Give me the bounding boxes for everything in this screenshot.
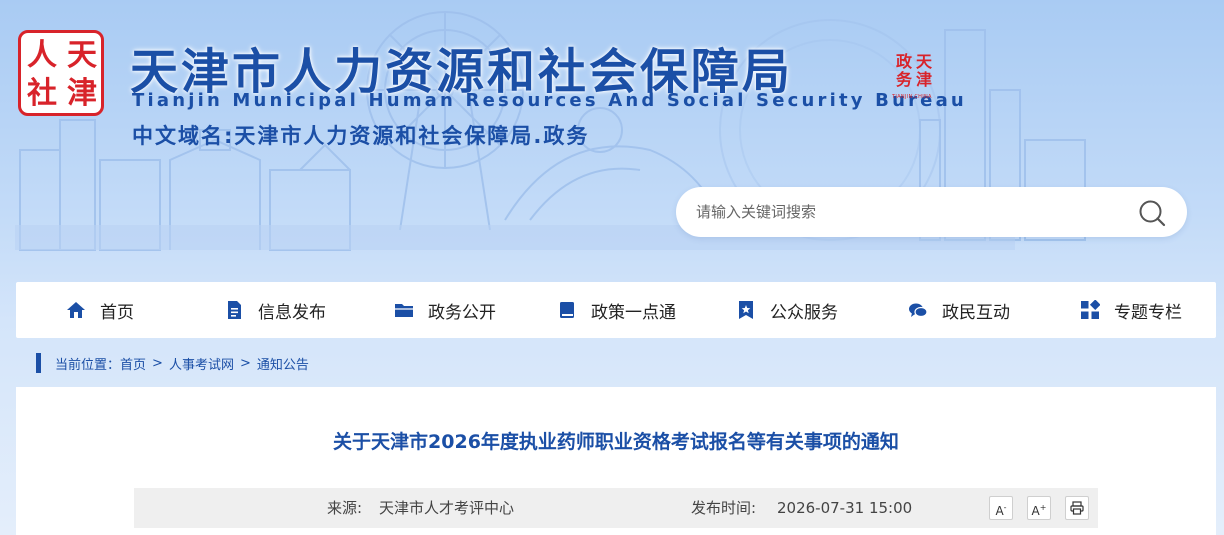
publish-time-label: 发布时间: [691,499,757,517]
breadcrumb-separator: > [152,355,163,371]
folder-icon [395,304,413,317]
main-navigation: 首页 信息发布 政务公开 政策一点通 公众服务 政民互动 专题专栏 [16,282,1216,338]
home-icon [67,302,85,318]
font-increase-label: A [1031,504,1040,518]
nav-item-interaction[interactable]: 政民互动 [908,282,1010,338]
nav-item-label: 政民互动 [942,302,1010,323]
source-value: 天津市人才考评中心 [379,499,515,517]
nav-item-label: 政务公开 [428,302,496,323]
nav-item-info-release[interactable]: 信息发布 [224,282,326,338]
article-meta-bar: 来源: 天津市人才考评中心 发布时间: 2026-07-31 15:00 A- … [134,488,1098,528]
document-icon [228,301,241,319]
font-increase-sign: + [1039,503,1047,512]
search-icon[interactable] [1138,199,1166,227]
nav-item-label: 首页 [100,302,134,323]
logo-char: 人 [27,38,57,73]
badge-subtitle: TIANJIN.CHINA [892,94,932,100]
article-title: 关于天津市2026年度执业药师职业资格考试报名等有关事项的通知 [333,431,899,453]
nav-item-public-service[interactable]: 公众服务 [736,282,838,338]
badge-char: 政 [896,52,913,71]
print-button[interactable] [1065,496,1089,520]
gov-affairs-badge[interactable]: 政 天 务 津 TIANJIN.CHINA [892,50,946,101]
chat-icon [909,303,928,318]
font-decrease-sign: - [1003,503,1007,512]
printer-icon [1070,501,1084,515]
bureau-logo-seal[interactable]: 人 天 社 津 [18,30,104,116]
breadcrumb-link-home[interactable]: 首页 [120,354,146,373]
font-decrease-button[interactable]: A- [989,496,1013,520]
nav-item-gov-disclosure[interactable]: 政务公开 [394,282,496,338]
breadcrumb-prefix: 当前位置： [55,357,121,373]
logo-char: 社 [27,76,57,111]
publish-time-value: 2026-07-31 15:00 [777,499,913,517]
search-box [676,187,1187,237]
nav-item-label: 信息发布 [258,302,326,323]
nav-item-special-topics[interactable]: 专题专栏 [1080,282,1182,338]
breadcrumb-marker [36,353,41,373]
badge-char: 津 [916,70,933,89]
nav-item-label: 专题专栏 [1114,302,1182,323]
chinese-domain-name: 中文域名:天津市人力资源和社会保障局.政务 [132,124,590,148]
article-panel: 关于天津市2026年度执业药师职业资格考试报名等有关事项的通知 来源: 天津市人… [16,387,1216,535]
nav-item-label: 政策一点通 [591,302,676,323]
site-title-english: Tianjin Municipal Human Resources And So… [132,90,967,111]
breadcrumb-link-notices[interactable]: 通知公告 [257,354,309,373]
grid-icon [1081,300,1100,319]
badge-char: 天 [916,52,933,71]
breadcrumb-link-exam-site[interactable]: 人事考试网 [169,354,234,373]
breadcrumb-separator: > [239,355,251,371]
bookmark-star-icon [739,301,753,319]
font-decrease-label: A [995,504,1004,518]
search-input[interactable] [696,187,1116,237]
book-icon [560,302,574,318]
font-increase-button[interactable]: A+ [1027,496,1051,520]
breadcrumb: 当前位置： 首页 > 人事考试网 > 通知公告 [36,352,309,374]
badge-char: 务 [896,70,913,89]
logo-char: 天 [67,38,97,73]
nav-item-home[interactable]: 首页 [66,282,134,338]
logo-char: 津 [67,76,97,111]
nav-item-policy[interactable]: 政策一点通 [557,282,676,338]
nav-item-label: 公众服务 [770,302,838,323]
source-label: 来源: [327,499,363,517]
